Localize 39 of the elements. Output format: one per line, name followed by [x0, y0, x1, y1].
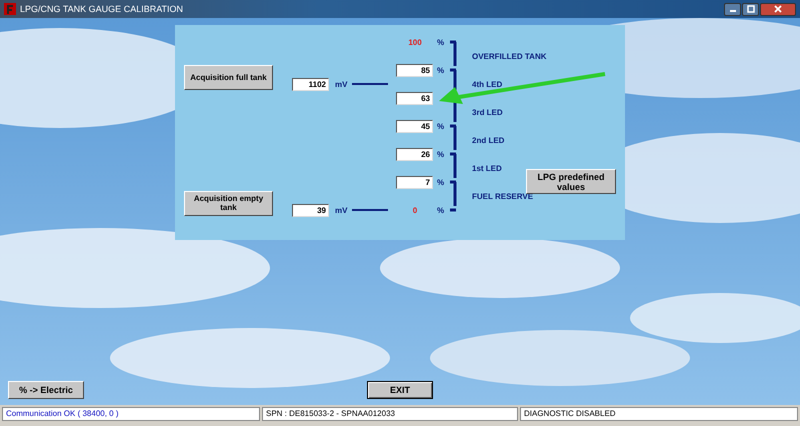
connector-line	[352, 83, 388, 85]
unit-label: mV	[334, 206, 348, 214]
percent-sign: %	[436, 150, 446, 158]
percent-sign: %	[436, 66, 446, 74]
close-button[interactable]	[760, 2, 796, 16]
percent-field[interactable]: 85	[396, 64, 433, 76]
range-label: 2nd LED	[472, 136, 506, 144]
percent-field[interactable]: 45	[396, 120, 433, 132]
window-title: LPG/CNG TANK GAUGE CALIBRATION	[20, 4, 184, 14]
percent-value: 0	[412, 206, 418, 214]
close-icon	[774, 5, 782, 13]
percent-sign: %	[436, 38, 446, 46]
percent-value: 100	[407, 38, 423, 46]
range-label: 1st LED	[472, 164, 503, 172]
percent-field[interactable]: 26	[396, 148, 433, 160]
status-text: SPN : DE815033-2 - SPNAA012033	[262, 407, 518, 421]
percent-sign: %	[436, 122, 446, 130]
status-text: DIAGNOSTIC DISABLED	[520, 407, 798, 421]
voltage-field[interactable]: 39	[292, 204, 329, 216]
range-label: 3rd LED	[472, 108, 504, 116]
connector-line	[352, 209, 388, 211]
app-icon	[4, 3, 16, 15]
percent-sign: %	[436, 206, 446, 214]
unit-label: mV	[334, 80, 348, 88]
range-label: OVERFILLED TANK	[472, 52, 548, 60]
status-text: Communication OK ( 38400, 0 )	[2, 407, 260, 421]
range-label: 4th LED	[472, 80, 504, 88]
acquisition-empty-button[interactable]: Acquisition empty tank	[184, 190, 273, 216]
exit-button[interactable]: EXIT	[367, 381, 433, 399]
acquisition-full-button[interactable]: Acquisition full tank	[184, 64, 273, 90]
electric-button[interactable]: % -> Electric	[8, 381, 84, 399]
maximize-button[interactable]	[742, 2, 759, 16]
predefined-values-button[interactable]: LPG predefined values	[526, 169, 616, 194]
percent-field[interactable]: 7	[396, 176, 433, 188]
minimize-button[interactable]	[724, 2, 741, 16]
maximize-icon	[746, 5, 754, 13]
percent-sign: %	[436, 178, 446, 186]
percent-field[interactable]: 63	[396, 92, 433, 104]
voltage-field[interactable]: 1102	[292, 78, 329, 90]
